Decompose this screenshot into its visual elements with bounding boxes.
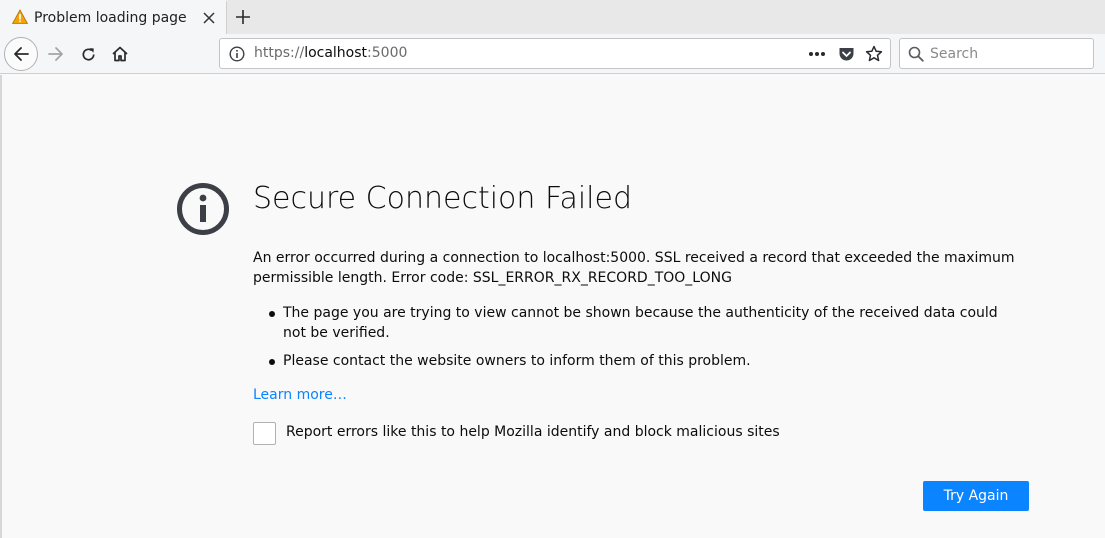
error-bullet-item: The page you are trying to view cannot b… [253,303,1013,343]
reload-icon [81,47,95,61]
try-again-button[interactable]: Try Again [923,481,1029,511]
back-button[interactable] [4,37,38,71]
url-scheme: https:// [254,45,305,61]
search-bar[interactable] [899,38,1094,69]
forward-button[interactable] [43,41,69,67]
navigation-toolbar: https://localhost:5000 [0,34,1105,74]
error-bullet-list: The page you are trying to view cannot b… [253,303,1013,379]
url-host: localhost [304,45,368,61]
warning-icon [12,9,28,24]
learn-more-link[interactable]: Learn more… [253,387,347,403]
more-icon[interactable] [808,45,826,63]
error-title: Secure Connection Failed [253,181,633,216]
back-arrow-icon [14,47,29,61]
reload-button[interactable] [75,41,101,67]
url-text[interactable]: https://localhost:5000 [254,45,407,61]
search-input[interactable] [930,43,1088,65]
search-icon [908,46,924,62]
home-button[interactable] [107,41,133,67]
tab-problem-loading[interactable]: Problem loading page [0,0,227,35]
star-icon[interactable] [865,45,883,63]
report-errors-checkbox[interactable] [253,422,276,445]
tab-title: Problem loading page [34,10,187,26]
tab-strip: Problem loading page [0,0,1105,35]
report-errors-label: Report errors like this to help Mozilla … [286,424,780,440]
error-description: An error occurred during a connection to… [253,250,1015,286]
window-edge [0,75,2,538]
forward-arrow-icon [48,47,63,61]
site-info-icon[interactable] [229,46,245,62]
url-port: :5000 [367,45,408,61]
info-icon [177,183,229,235]
new-tab-button[interactable] [230,4,256,30]
home-icon [112,46,128,62]
pocket-icon[interactable] [837,45,855,63]
url-bar[interactable]: https://localhost:5000 [219,38,891,69]
close-icon[interactable] [200,9,218,27]
plus-icon [236,10,250,24]
error-bullet-item: Please contact the website owners to inf… [253,351,1013,371]
